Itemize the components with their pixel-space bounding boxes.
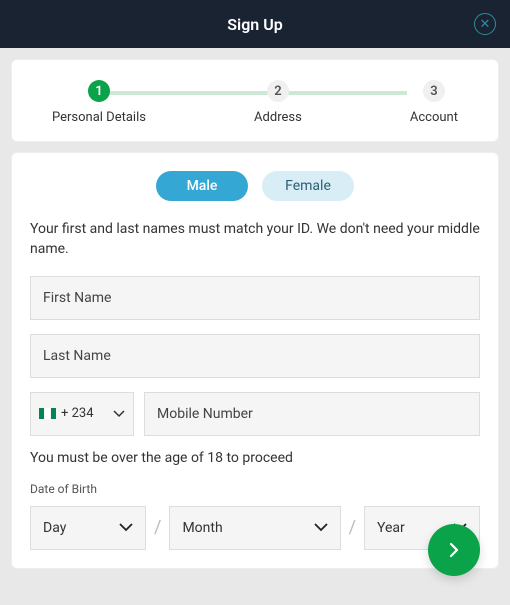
nigeria-flag-icon — [39, 408, 56, 419]
age-note: You must be over the age of 18 to procee… — [30, 450, 480, 466]
dob-separator: / — [154, 517, 161, 538]
country-code-text: + 234 — [61, 406, 94, 421]
close-button[interactable]: ✕ — [474, 13, 496, 35]
step-circle: 3 — [423, 80, 445, 102]
chevron-down-icon — [314, 523, 328, 532]
step-personal-details: 1 Personal Details — [52, 80, 146, 125]
chevron-down-icon — [113, 410, 125, 418]
close-icon: ✕ — [480, 18, 491, 31]
dob-row: Day / Month / Year — [30, 506, 480, 550]
step-circle: 2 — [267, 80, 289, 102]
form-card: Male Female Your first and last names mu… — [11, 152, 499, 569]
modal-title: Sign Up — [227, 15, 282, 34]
last-name-input[interactable] — [30, 334, 480, 378]
dob-day-select[interactable]: Day — [30, 506, 146, 550]
mobile-number-input[interactable] — [144, 392, 480, 436]
country-code-select[interactable]: + 234 — [30, 392, 134, 436]
chevron-down-icon — [119, 523, 133, 532]
gender-female-button[interactable]: Female — [262, 171, 354, 201]
dob-day-label: Day — [43, 520, 66, 536]
gender-toggle: Male Female — [30, 171, 480, 201]
step-account: 3 Account — [410, 80, 458, 125]
step-circle: 1 — [88, 80, 110, 102]
gender-male-button[interactable]: Male — [156, 171, 248, 201]
stepper: 1 Personal Details 2 Address 3 Account — [11, 59, 499, 142]
step-label: Account — [410, 110, 458, 125]
phone-row: + 234 — [30, 392, 480, 436]
dob-year-label: Year — [377, 520, 405, 536]
chevron-right-icon — [448, 542, 460, 558]
step-label: Personal Details — [52, 110, 146, 125]
first-name-input[interactable] — [30, 276, 480, 320]
next-button[interactable] — [428, 524, 480, 576]
dob-month-label: Month — [182, 520, 222, 536]
name-instruction: Your first and last names must match you… — [30, 219, 480, 260]
dob-separator: / — [349, 517, 356, 538]
modal-header: Sign Up ✕ — [0, 0, 510, 48]
page-body: 1 Personal Details 2 Address 3 Account M… — [0, 48, 510, 580]
dob-month-select[interactable]: Month — [169, 506, 340, 550]
dob-label: Date of Birth — [30, 482, 480, 496]
step-label: Address — [254, 110, 302, 125]
step-address: 2 Address — [254, 80, 302, 125]
